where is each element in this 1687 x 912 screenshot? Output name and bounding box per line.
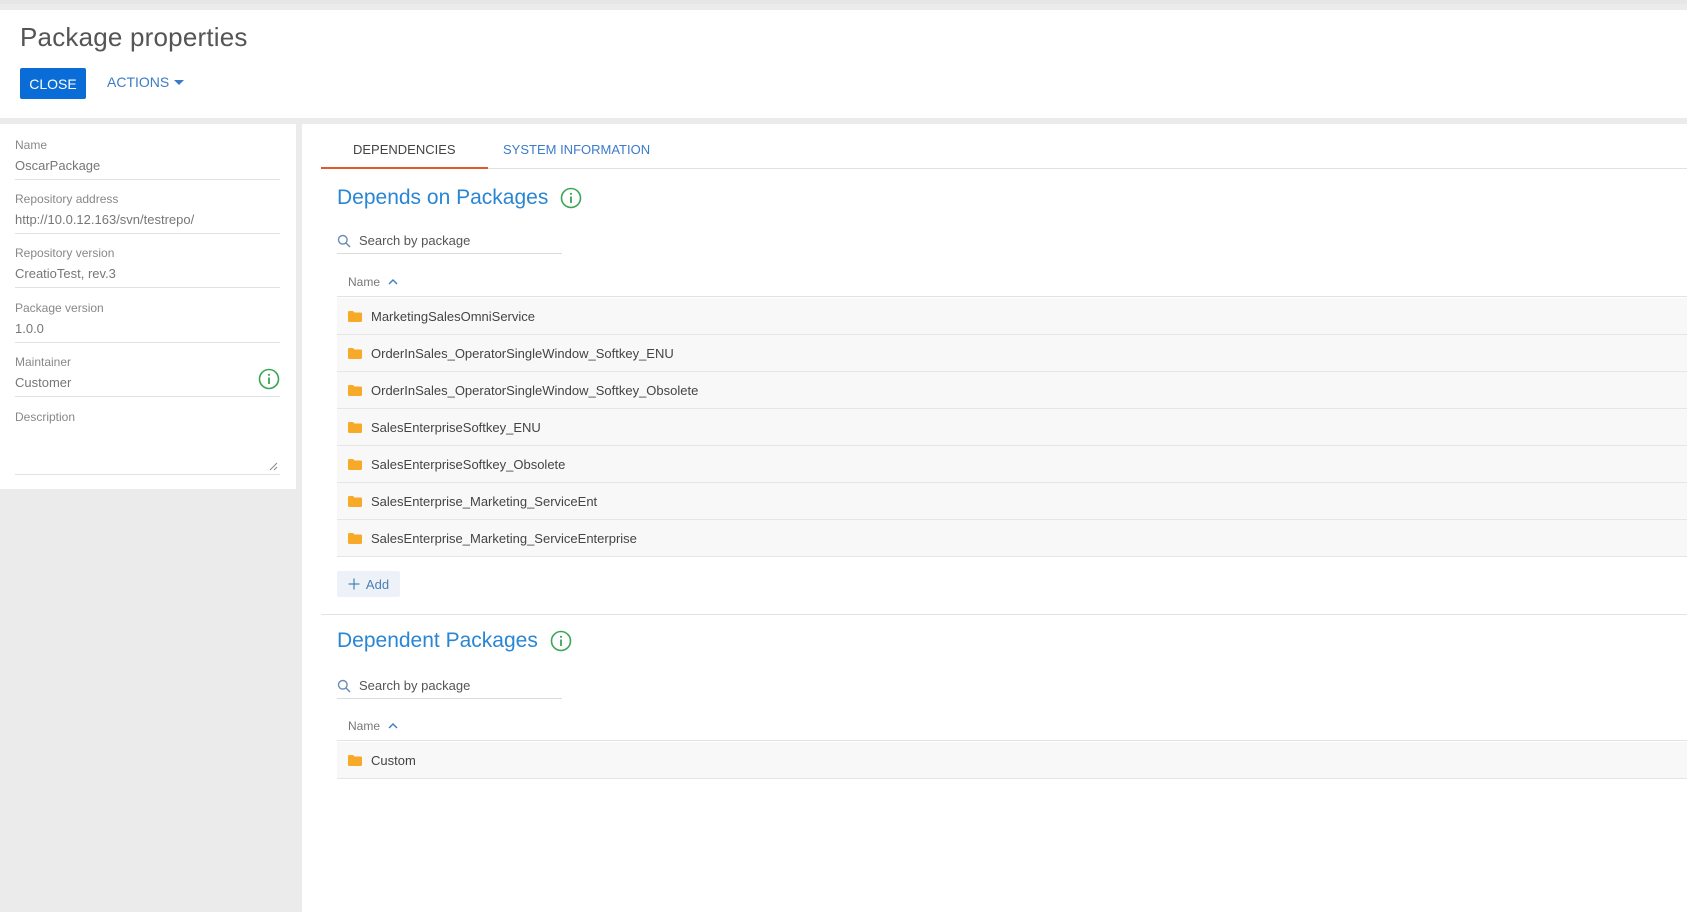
name-label: Name <box>15 138 48 152</box>
package-name: OrderInSales_OperatorSingleWindow_Softke… <box>371 345 674 361</box>
depends-on-list: MarketingSalesOmniService OrderInSales_O… <box>337 298 1687 557</box>
table-row[interactable]: OrderInSales_OperatorSingleWindow_Softke… <box>337 335 1687 372</box>
description-label: Description <box>15 410 76 424</box>
sort-asc-icon <box>388 279 398 285</box>
tab-system-information[interactable]: SYSTEM INFORMATION <box>487 142 666 169</box>
tab-bar: DEPENDENCIES SYSTEM INFORMATION <box>321 124 1687 169</box>
dependent-list: Custom <box>337 742 1687 779</box>
repository-address-field[interactable]: Repository address http://10.0.12.163/sv… <box>15 192 280 234</box>
folder-icon <box>348 458 362 470</box>
table-row[interactable]: SalesEnterpriseSoftkey_ENU <box>337 409 1687 446</box>
package-name: OrderInSales_OperatorSingleWindow_Softke… <box>371 382 699 398</box>
package-name: SalesEnterprise_Marketing_ServiceEnt <box>371 493 598 509</box>
depends-on-search-input[interactable] <box>359 233 549 248</box>
info-icon[interactable] <box>258 368 280 390</box>
table-row[interactable]: SalesEnterpriseSoftkey_Obsolete <box>337 446 1687 483</box>
maintainer-label: Maintainer <box>15 355 72 369</box>
repository-address-label: Repository address <box>15 192 119 206</box>
table-row[interactable]: OrderInSales_OperatorSingleWindow_Softke… <box>337 372 1687 409</box>
repository-version-value[interactable]: CreatioTest, rev.3 <box>15 266 280 288</box>
package-name: SalesEnterprise_Marketing_ServiceEnterpr… <box>371 530 637 546</box>
properties-panel: Name OscarPackage Repository address htt… <box>0 124 296 489</box>
package-name: Custom <box>371 752 416 768</box>
package-version-value[interactable]: 1.0.0 <box>15 321 280 343</box>
folder-icon <box>348 347 362 359</box>
package-version-label: Package version <box>15 301 104 315</box>
depends-on-title: Depends on Packages <box>337 186 582 210</box>
caret-down-icon <box>174 80 185 85</box>
actions-menu-button[interactable]: ACTIONS <box>107 74 185 90</box>
depends-on-title-text: Depends on Packages <box>337 186 549 209</box>
dependent-title-text: Dependent Packages <box>337 629 538 652</box>
dependent-title: Dependent Packages <box>337 629 572 653</box>
folder-icon <box>348 495 362 507</box>
folder-icon <box>348 384 362 396</box>
folder-icon <box>348 310 362 322</box>
table-row[interactable]: SalesEnterprise_Marketing_ServiceEnt <box>337 483 1687 520</box>
package-name: MarketingSalesOmniService <box>371 308 536 324</box>
repository-address-value[interactable]: http://10.0.12.163/svn/testrepo/ <box>15 212 280 234</box>
info-icon[interactable] <box>550 630 572 652</box>
folder-icon <box>348 754 362 766</box>
page-title: Package properties <box>20 22 248 52</box>
column-name-label: Name <box>348 718 381 733</box>
description-textarea[interactable] <box>15 429 280 475</box>
table-row[interactable]: MarketingSalesOmniService <box>337 298 1687 335</box>
repository-version-label: Repository version <box>15 246 115 260</box>
search-icon <box>337 679 351 693</box>
maintainer-field[interactable]: Maintainer Customer <box>15 355 280 397</box>
tab-dependencies[interactable]: DEPENDENCIES <box>321 142 488 169</box>
page-header: Package properties CLOSE ACTIONS <box>0 10 1687 118</box>
plus-icon <box>348 578 360 590</box>
name-value[interactable]: OscarPackage <box>15 158 280 180</box>
sort-asc-icon <box>388 723 398 729</box>
package-name: SalesEnterpriseSoftkey_ENU <box>371 419 541 435</box>
resize-handle-icon[interactable] <box>269 462 278 471</box>
depends-on-column-header[interactable]: Name <box>337 267 1687 297</box>
folder-icon <box>348 532 362 544</box>
table-row[interactable]: SalesEnterprise_Marketing_ServiceEnterpr… <box>337 520 1687 557</box>
section-divider <box>321 614 1687 615</box>
dependent-column-header[interactable]: Name <box>337 711 1687 741</box>
close-button[interactable]: CLOSE <box>20 68 86 99</box>
name-field[interactable]: Name OscarPackage <box>15 138 280 180</box>
repository-version-field[interactable]: Repository version CreatioTest, rev.3 <box>15 246 280 288</box>
column-name-label: Name <box>348 274 381 289</box>
depends-on-search[interactable] <box>337 228 562 254</box>
search-icon <box>337 234 351 248</box>
package-version-field[interactable]: Package version 1.0.0 <box>15 301 280 343</box>
dependent-search[interactable] <box>337 673 562 699</box>
main-content: DEPENDENCIES SYSTEM INFORMATION Depends … <box>302 124 1687 912</box>
top-strip <box>0 0 1687 4</box>
dependent-search-input[interactable] <box>359 678 549 693</box>
add-label: Add <box>365 576 390 592</box>
table-row[interactable]: Custom <box>337 742 1687 779</box>
info-icon[interactable] <box>560 187 582 209</box>
description-field: Description <box>15 410 280 424</box>
package-name: SalesEnterpriseSoftkey_Obsolete <box>371 456 566 472</box>
add-button[interactable]: Add <box>337 571 400 597</box>
maintainer-value[interactable]: Customer <box>15 375 280 397</box>
folder-icon <box>348 421 362 433</box>
actions-label: ACTIONS <box>107 74 170 90</box>
